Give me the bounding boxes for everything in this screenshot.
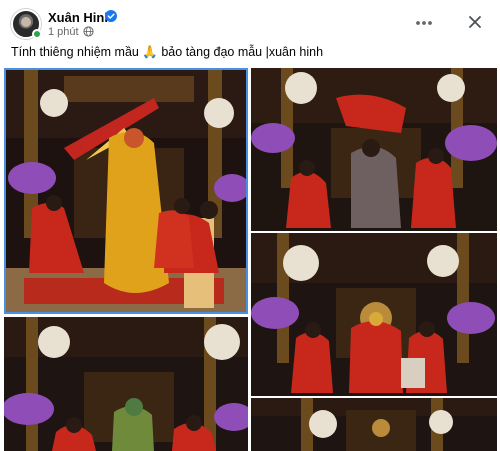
post-caption: Tính thiêng nhiệm mầu 🙏 bảo tàng đạo mẫu… [11,45,324,59]
photo-4-purple-orchids[interactable] [4,317,248,451]
close-icon [469,16,481,28]
more-options-icon [416,21,432,25]
close-button[interactable] [463,10,487,34]
globe-icon[interactable] [83,26,94,37]
verified-badge-icon [105,10,117,22]
photo-2-red-veil-dance[interactable] [251,68,497,231]
post-timestamp[interactable]: 1 phút [48,26,79,38]
more-options-button[interactable] [413,12,435,34]
photo-3-altar-red-figure[interactable] [251,233,497,396]
author-name[interactable]: Xuân Hinh [48,10,112,25]
photo-5-altar-partial[interactable] [251,398,497,451]
photo-gallery [0,66,500,451]
photo-1-ceremony-golden-robe[interactable] [4,68,248,314]
post-header: Xuân Hinh 1 phút [0,0,500,44]
online-status-dot [32,29,42,39]
